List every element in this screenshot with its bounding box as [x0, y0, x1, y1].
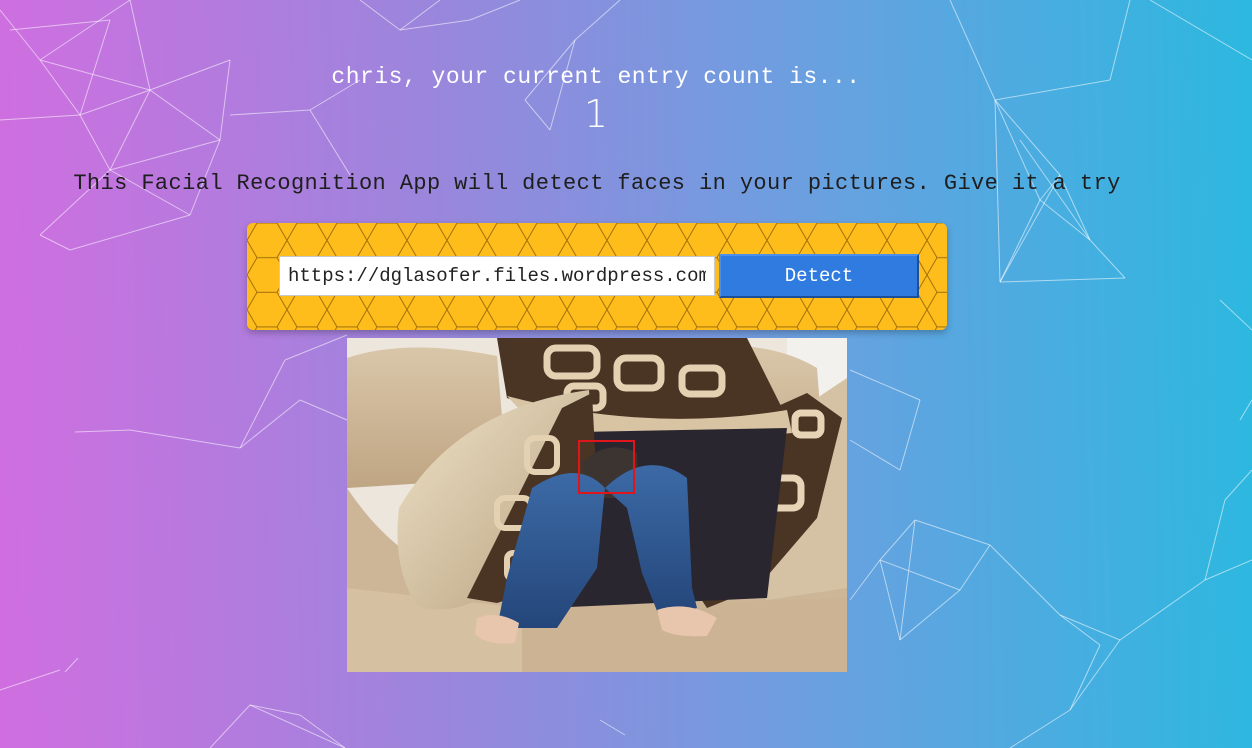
result-image: [347, 338, 847, 672]
detected-face-box: [578, 440, 635, 494]
image-url-form: Detect: [247, 223, 947, 330]
image-url-input[interactable]: [279, 256, 715, 296]
app-intro-text: This Facial Recognition App will detect …: [73, 171, 1121, 196]
entry-count-greeting: chris, your current entry count is...: [331, 64, 861, 90]
detect-button[interactable]: Detect: [719, 254, 919, 298]
child-hiding-in-pillows-photo: [347, 338, 847, 672]
entry-count-value: 1: [583, 92, 609, 136]
